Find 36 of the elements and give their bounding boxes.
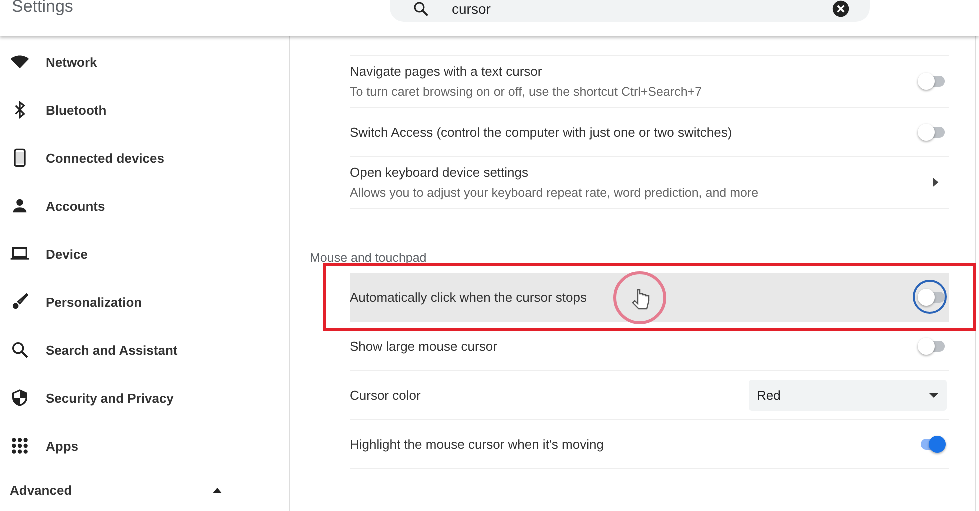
setting-title: Open keyboard device settings [350, 165, 530, 180]
sidebar-item[interactable]: Search and Assistant [0, 326, 289, 374]
search-icon [412, 0, 430, 18]
section-heading: Mouse and touchpad [310, 250, 428, 267]
app-title: Settings [11, 0, 74, 15]
sidebar-item[interactable]: Network [0, 38, 289, 86]
sidebar-item[interactable]: Connected devices [0, 134, 289, 182]
toggle-switch[interactable] [917, 288, 947, 306]
chevron-right-icon [933, 178, 939, 187]
dropdown[interactable]: Red [749, 380, 947, 410]
sidebar-item[interactable]: Accounts [0, 182, 289, 230]
shield-icon [10, 388, 30, 408]
sidebar-item[interactable]: Security and Privacy [0, 374, 289, 422]
sidebar-item[interactable]: Device [0, 230, 289, 278]
apps-grid-icon [10, 436, 30, 456]
sidebar-item[interactable]: Personalization [0, 278, 289, 326]
setting-title: Automatically click when the cursor stops [350, 290, 588, 304]
setting-title: Cursor color [350, 388, 422, 402]
sidebar-item[interactable]: Bluetooth [0, 86, 289, 134]
setting-description: To turn caret browsing on or off, use the shortcut Ctrl+Search+7 [350, 85, 704, 99]
clear-search-button[interactable] [832, 0, 850, 18]
search-icon [10, 340, 30, 360]
setting-title: Switch Access (control the computer with just one or two switches) [350, 124, 734, 140]
advanced-toggle[interactable]: Advanced [0, 470, 290, 510]
sidebar-item[interactable]: Apps [0, 422, 289, 470]
toggle-switch[interactable] [917, 122, 947, 142]
setting-title: Navigate pages with a text cursor [350, 64, 544, 79]
setting-description: Allows you to adjust your keyboard repeat rate, word prediction, and more [350, 186, 760, 200]
toggle-switch[interactable] [917, 72, 947, 91]
setting-title: Highlight the mouse cursor when it's moving [350, 436, 605, 452]
brush-icon [10, 292, 30, 312]
toggle-switch[interactable] [917, 336, 947, 356]
setting-title: Show large mouse cursor [350, 338, 498, 354]
search-field[interactable]: cursor [390, 0, 870, 22]
dropdown-arrow-icon [929, 392, 939, 398]
search-input[interactable]: cursor [452, 1, 832, 17]
